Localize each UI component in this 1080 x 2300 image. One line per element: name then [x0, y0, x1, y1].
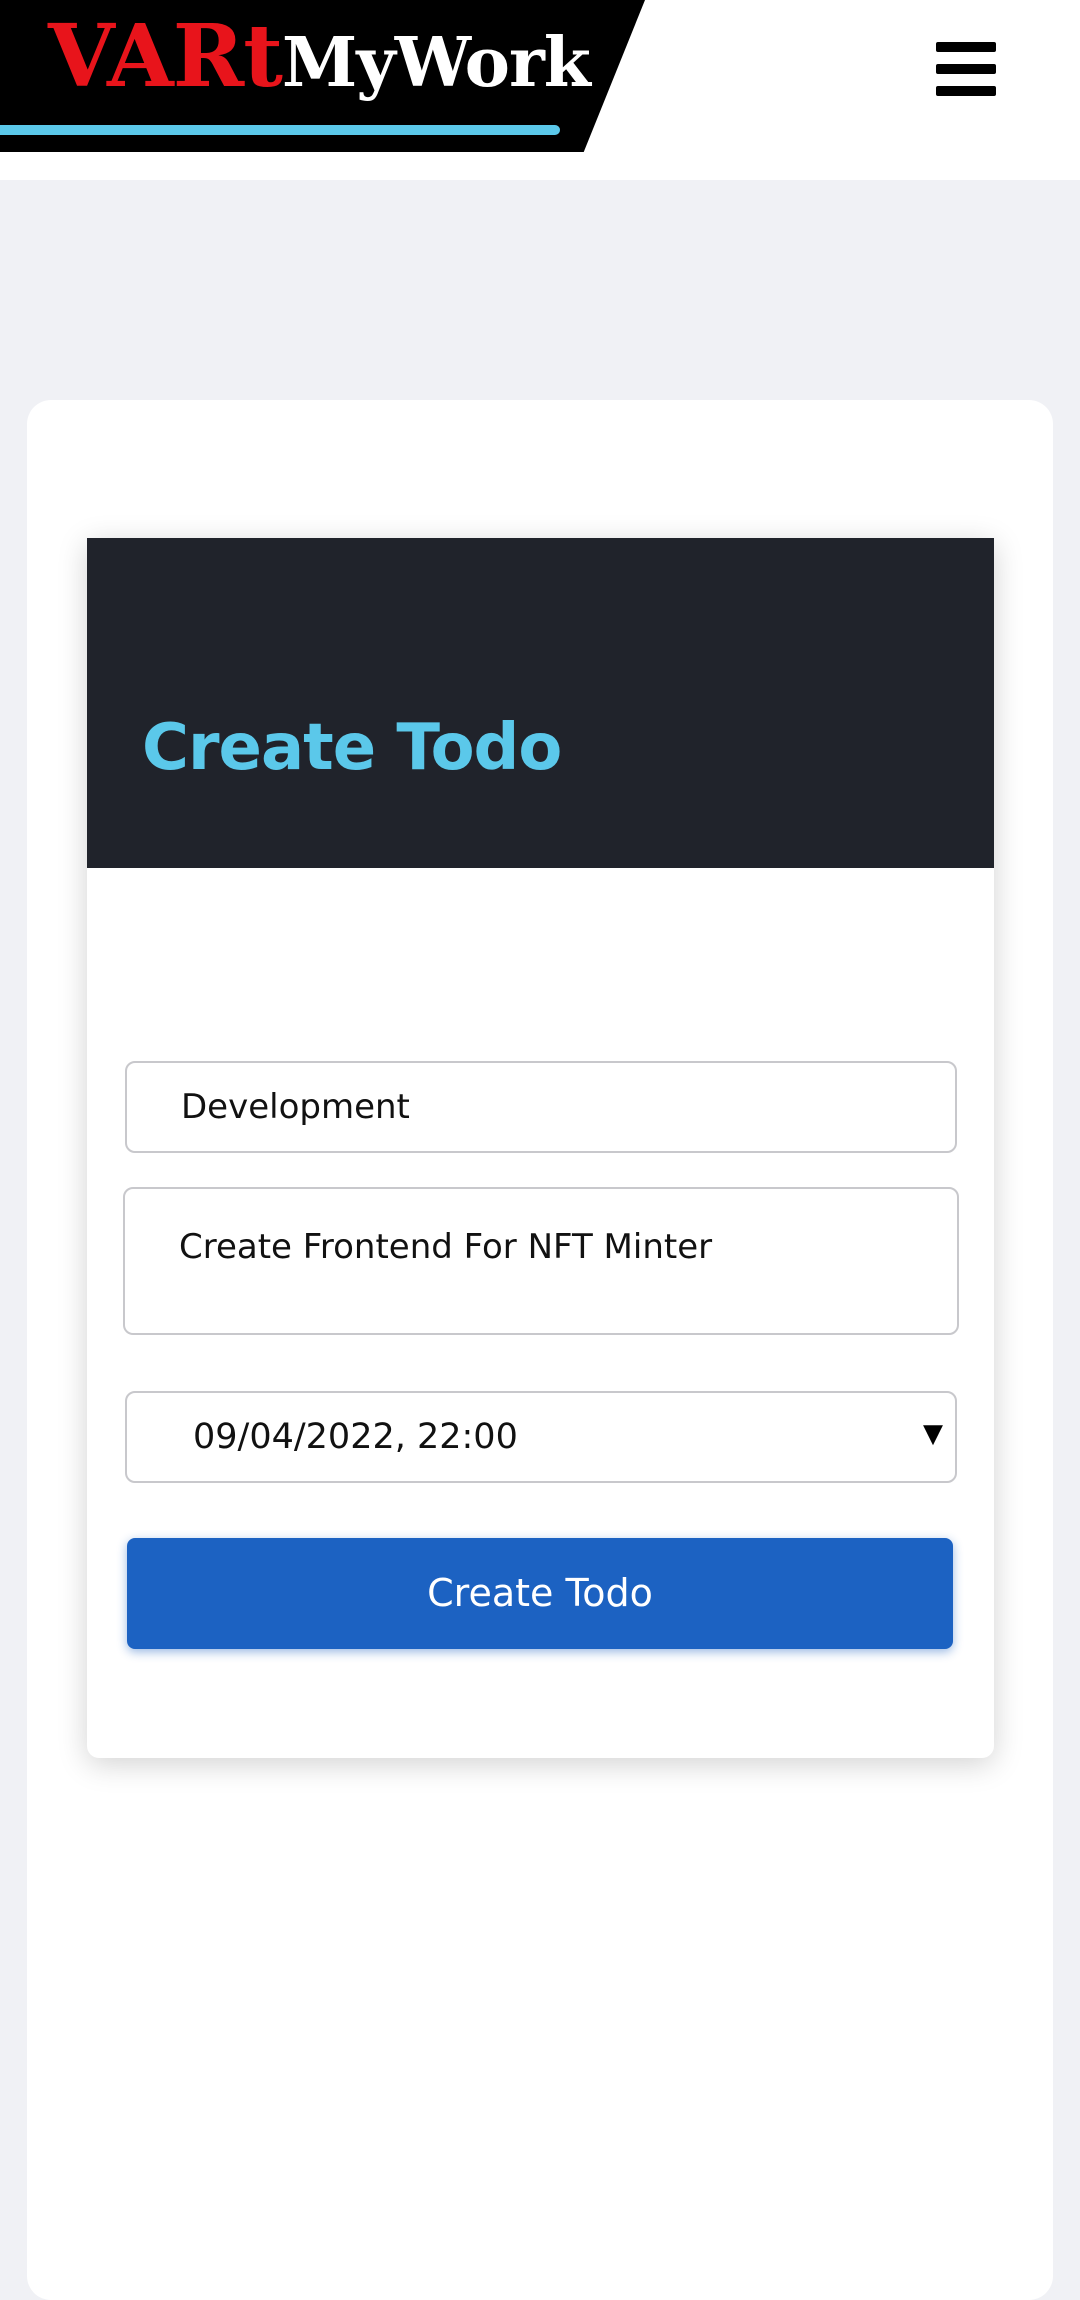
- form-title: Create Todo: [142, 711, 562, 785]
- create-todo-form: Create Todo Development Create Frontend …: [87, 538, 994, 1758]
- datetime-select[interactable]: 09/04/2022, 22:00 ▼: [125, 1391, 957, 1483]
- datetime-value: 09/04/2022, 22:00: [193, 1417, 518, 1457]
- category-value: Development: [181, 1087, 410, 1127]
- site-header: VARtMyWork: [0, 0, 1080, 180]
- create-todo-button[interactable]: Create Todo: [127, 1538, 953, 1649]
- form-header: Create Todo: [87, 538, 994, 868]
- logo-underline: [0, 125, 560, 135]
- logo-text-vart: VARt: [48, 6, 283, 107]
- logo-text-mywork: MyWork: [281, 23, 591, 103]
- triangle-down-icon[interactable]: ▼: [923, 1419, 943, 1449]
- description-value: Create Frontend For NFT Minter: [179, 1227, 713, 1267]
- menu-bar-bottom: [936, 86, 996, 96]
- description-textarea[interactable]: Create Frontend For NFT Minter: [123, 1187, 959, 1335]
- category-input[interactable]: Development: [125, 1061, 957, 1153]
- menu-bar-top: [936, 42, 996, 52]
- logo[interactable]: VARtMyWork: [48, 14, 591, 103]
- menu-bar-middle: [936, 64, 996, 74]
- hamburger-menu-icon[interactable]: [936, 42, 1000, 100]
